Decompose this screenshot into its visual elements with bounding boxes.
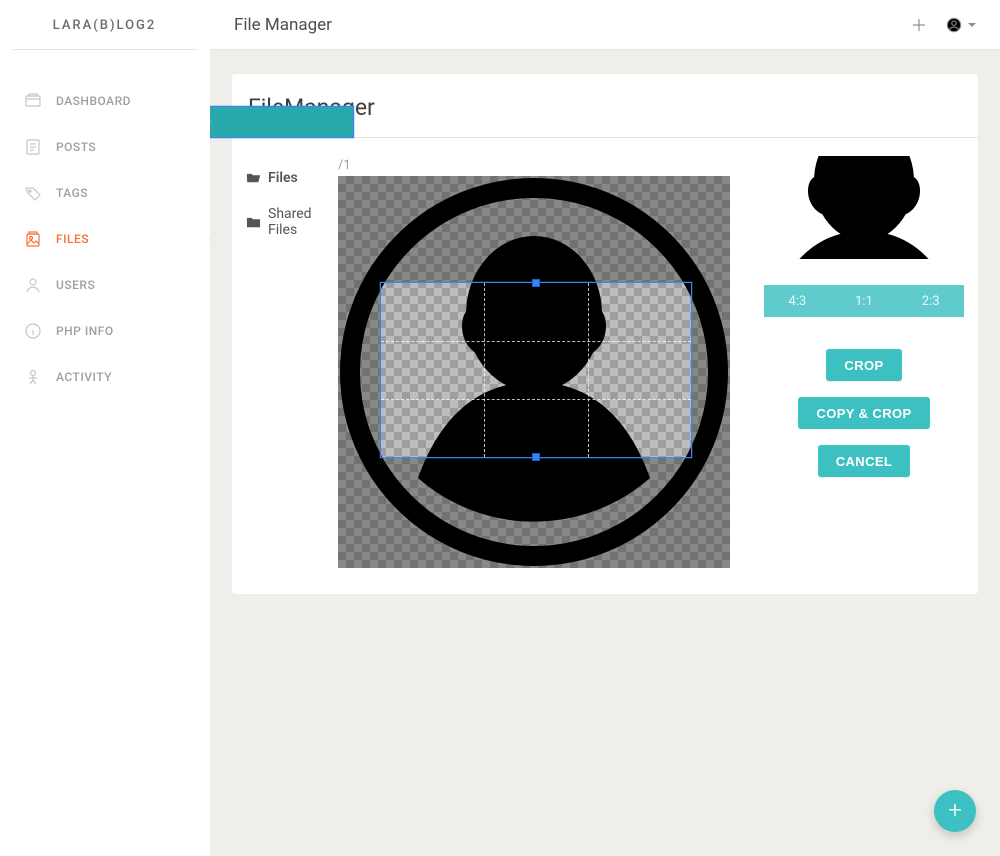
plus-icon xyxy=(912,18,926,32)
activity-icon xyxy=(24,368,42,386)
file-tab-label: Shared Files xyxy=(268,206,324,238)
sidebar-item-files[interactable]: FILES xyxy=(0,216,209,262)
sidebar-item-php-info[interactable]: PHP INFO xyxy=(0,308,209,354)
files-icon xyxy=(24,230,42,248)
ratio-4-3[interactable]: 4:3 xyxy=(764,285,831,317)
plus-icon: + xyxy=(948,798,962,822)
sidebar-item-label: FILES xyxy=(56,232,89,246)
sidebar-item-users[interactable]: USERS xyxy=(0,262,209,308)
file-tab-label: Files xyxy=(268,170,298,186)
breadcrumb[interactable]: /1 xyxy=(338,158,742,173)
sidebar-item-label: USERS xyxy=(56,278,95,292)
ratio-1-1[interactable]: 1:1 xyxy=(831,285,898,317)
sidebar-item-dashboard[interactable]: DASHBOARD xyxy=(0,78,209,124)
sidebar-item-label: TAGS xyxy=(56,186,88,200)
info-icon xyxy=(24,322,42,340)
chevron-down-icon xyxy=(968,23,976,27)
copy-and-crop-button[interactable]: COPY & CROP xyxy=(798,397,929,429)
sidebar-item-tags[interactable]: TAGS xyxy=(0,170,209,216)
add-button[interactable] xyxy=(904,18,934,32)
dim-overlay xyxy=(338,176,730,282)
brand-underline xyxy=(12,49,197,50)
crop-stage[interactable] xyxy=(338,176,730,568)
user-menu[interactable] xyxy=(946,16,976,34)
dim-overlay xyxy=(338,282,380,458)
dashboard-icon xyxy=(24,92,42,110)
dim-overlay xyxy=(338,458,730,568)
file-tab-files[interactable]: Files xyxy=(246,160,324,196)
crop-handle-bottom[interactable] xyxy=(532,453,540,461)
folder-icon xyxy=(246,215,261,230)
file-tab-shared-files[interactable]: Shared Files xyxy=(246,196,324,248)
crop-button[interactable]: CROP xyxy=(826,349,901,381)
ratio-2-3[interactable]: 2:3 xyxy=(897,285,964,317)
brand-text: LARA(B)LOG2 xyxy=(53,18,157,33)
folder-open-icon xyxy=(246,171,261,186)
crop-preview xyxy=(764,156,964,259)
crop-selection[interactable] xyxy=(380,282,692,458)
tags-icon xyxy=(24,184,42,202)
sidebar-item-label: ACTIVITY xyxy=(56,370,112,384)
sidebar-item-label: DASHBOARD xyxy=(56,94,131,108)
fab-add-button[interactable]: + xyxy=(934,790,976,832)
page-title: File Manager xyxy=(234,15,332,35)
sidebar-item-activity[interactable]: ACTIVITY xyxy=(0,354,209,400)
brand[interactable]: LARA(B)LOG2 xyxy=(0,0,209,50)
users-icon xyxy=(24,276,42,294)
user-icon xyxy=(946,16,962,34)
cancel-button[interactable]: CANCEL xyxy=(818,445,911,477)
dim-overlay xyxy=(692,282,730,458)
sidebar-item-label: PHP INFO xyxy=(56,324,114,338)
posts-icon xyxy=(24,138,42,156)
sidebar-item-label: POSTS xyxy=(56,140,96,154)
crop-handle-top[interactable] xyxy=(532,279,540,287)
sidebar-item-posts[interactable]: POSTS xyxy=(0,124,209,170)
